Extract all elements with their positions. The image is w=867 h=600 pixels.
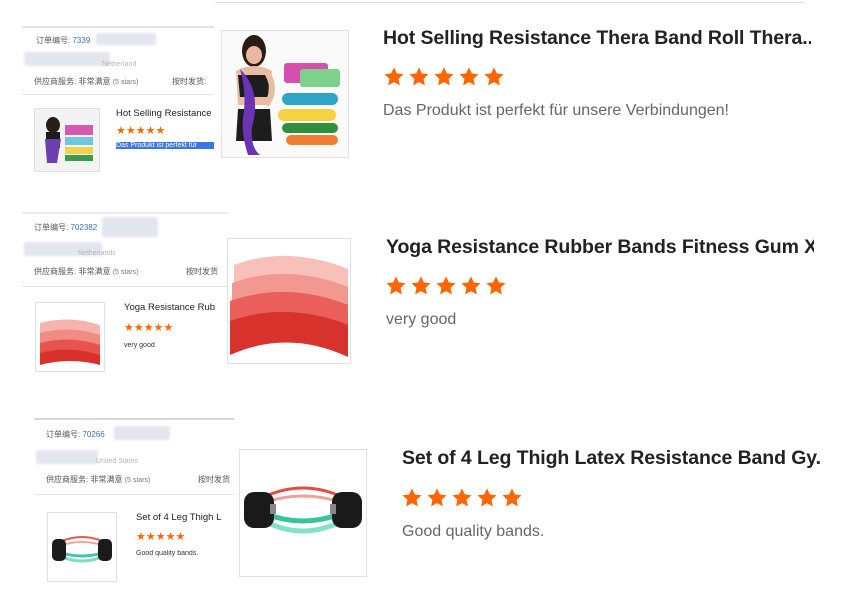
- on-time-delivery-label: 按时发货: [198, 475, 230, 484]
- order-number-line: 订单编号: 702382: [34, 222, 97, 233]
- mini-product-thumbnail: [47, 512, 117, 582]
- mini-comment: Good quality bands.: [136, 550, 199, 557]
- star-icon: [436, 276, 456, 295]
- star-icon: [452, 488, 472, 507]
- star-icon: [386, 276, 406, 295]
- buyer-country: Netherlands: [78, 250, 116, 257]
- star-icon: [402, 488, 422, 507]
- rating-stars: [385, 275, 507, 297]
- redacted-block: [114, 426, 170, 440]
- product-image[interactable]: [239, 449, 367, 577]
- star-icon: [461, 276, 481, 295]
- buyer-country: United States: [96, 458, 139, 465]
- review-item-3: 订单编号: 70266 United States 供应商服务: 非常满意 (5…: [0, 0, 867, 584]
- order-screenshot: 订单编号: 702382 Netherlands 供应商服务: 非常满意 (5 …: [22, 212, 228, 374]
- redacted-block: [102, 217, 158, 237]
- on-time-delivery-label: 按时发货: [186, 267, 218, 276]
- mini-product-title: Set of 4 Leg Thigh L: [136, 512, 222, 523]
- product-title[interactable]: Set of 4 Leg Thigh Latex Resistance Band…: [402, 447, 822, 470]
- order-number-line: 订单编号: 70266: [46, 429, 105, 440]
- supplier-service-rating: 供应商服务: 非常满意 (5 stars): [46, 475, 151, 484]
- mini-product-thumbnail: [35, 302, 105, 372]
- order-number: 70266: [82, 430, 105, 439]
- mini-rating-stars: ★★★★★: [124, 322, 174, 334]
- mini-product-title: Yoga Resistance Rub: [124, 302, 216, 313]
- resistance-band-photo: [228, 239, 350, 363]
- star-icon: [477, 488, 497, 507]
- divider: [34, 494, 234, 495]
- mini-rating-stars: ★★★★★: [136, 531, 186, 543]
- rating-stars: [401, 487, 523, 509]
- order-number-label: 订单编号:: [46, 430, 81, 439]
- redacted-block: [36, 450, 98, 464]
- supplier-service-rating: 供应商服务: 非常满意 (5 stars): [34, 267, 139, 276]
- divider: [22, 286, 228, 287]
- order-number-label: 订单编号:: [34, 223, 69, 232]
- resistance-band-photo: [240, 450, 366, 576]
- order-screenshot: 订单编号: 70266 United States 供应商服务: 非常满意 (5…: [34, 418, 234, 584]
- star-icon: [502, 488, 522, 507]
- review-comment: Good quality bands.: [402, 523, 545, 540]
- review-comment: very good: [386, 311, 457, 328]
- star-icon: [486, 276, 506, 295]
- star-icon: [411, 276, 431, 295]
- order-number: 702382: [70, 223, 98, 232]
- star-icon: [427, 488, 447, 507]
- product-image[interactable]: [227, 238, 351, 364]
- product-title[interactable]: Yoga Resistance Rubber Bands Fitness Gum…: [386, 236, 814, 259]
- mini-comment: very good: [124, 342, 155, 349]
